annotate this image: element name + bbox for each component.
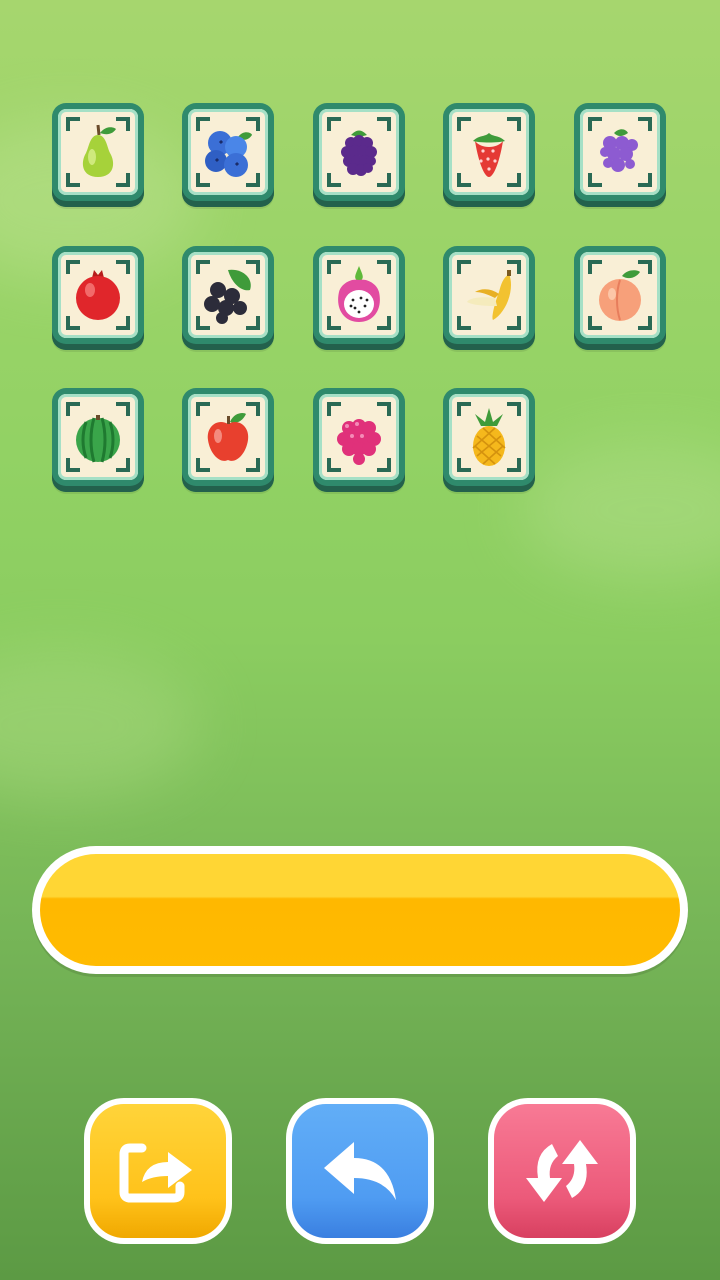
peach-icon (599, 270, 641, 321)
banana-icon (467, 270, 512, 320)
undo-arrow-icon (324, 1142, 396, 1200)
tile-strawberry[interactable] (443, 103, 535, 207)
tile-pineapple[interactable] (443, 388, 535, 492)
pineapple-icon (472, 408, 506, 466)
shuffle-button[interactable] (488, 1098, 636, 1244)
undo-button[interactable] (286, 1098, 434, 1244)
shuffle-icon (526, 1140, 598, 1202)
tile-blueberry[interactable] (182, 103, 274, 207)
tile-dragonfruit[interactable] (313, 246, 405, 350)
blueberry-icon (205, 131, 252, 177)
grapes-icon (600, 129, 638, 172)
blackcurrant-icon (204, 269, 251, 324)
tile-peach[interactable] (574, 246, 666, 350)
dragonfruit-icon (338, 266, 380, 322)
apple-icon (207, 412, 249, 461)
tile-apple[interactable] (182, 388, 274, 492)
pomegranate-icon (76, 270, 120, 320)
tile-watermelon[interactable] (52, 388, 144, 492)
strawberry-icon (473, 133, 505, 177)
tile-tray (32, 846, 688, 974)
blackberry-icon (341, 130, 377, 176)
raspberry-icon (337, 419, 381, 465)
watermelon-icon (76, 415, 120, 463)
tile-blackberry[interactable] (313, 103, 405, 207)
tray-slots (40, 854, 680, 966)
pear-icon (82, 124, 116, 177)
move-out-button[interactable] (84, 1098, 232, 1244)
move-out-icon (119, 1143, 192, 1203)
tile-pear[interactable] (52, 103, 144, 207)
tile-banana[interactable] (443, 246, 535, 350)
tile-grapes[interactable] (574, 103, 666, 207)
tile-raspberry[interactable] (313, 388, 405, 492)
tile-blackcurrant[interactable] (182, 246, 274, 350)
tile-pomegranate[interactable] (52, 246, 144, 350)
tile-board (0, 0, 720, 520)
